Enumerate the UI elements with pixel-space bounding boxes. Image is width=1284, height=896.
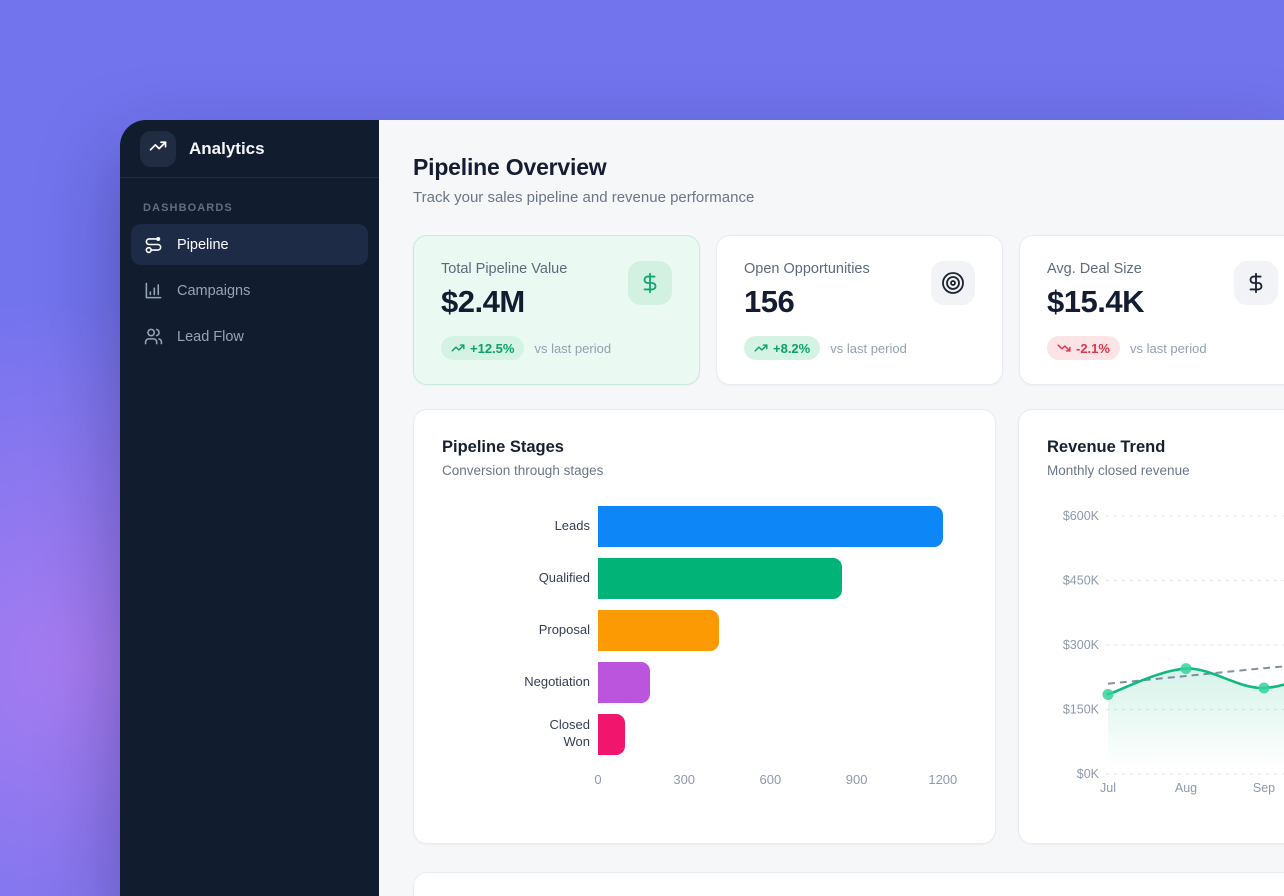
sidebar-item-lead-flow[interactable]: Lead Flow xyxy=(131,316,368,357)
bar-row: Qualified xyxy=(442,552,967,604)
x-axis-tick: 1200 xyxy=(928,772,957,787)
sidebar-item-label: Lead Flow xyxy=(177,329,244,345)
app-name: Analytics xyxy=(189,139,265,159)
pipeline-stages-axis: 03006009001200 xyxy=(598,766,967,792)
x-axis-tick: 900 xyxy=(846,772,868,787)
stat-card[interactable]: Avg. Deal Size $15.4K -2.1% vs last peri… xyxy=(1019,235,1284,385)
pipeline-stages-card: Pipeline Stages Conversion through stage… xyxy=(413,409,996,844)
bar[interactable] xyxy=(598,610,719,651)
x-axis-tick: Aug xyxy=(1175,781,1197,795)
x-axis-tick: Jul xyxy=(1100,781,1116,795)
main-content: Pipeline Overview Track your sales pipel… xyxy=(379,120,1284,896)
sidebar: Analytics DASHBOARDS Pipeline Campaigns … xyxy=(120,120,379,896)
chart-subtitle: Conversion through stages xyxy=(442,463,967,478)
stat-compare-text: vs last period xyxy=(534,341,611,356)
sidebar-item-label: Campaigns xyxy=(177,283,250,299)
stat-card[interactable]: Total Pipeline Value $2.4M +12.5% vs las… xyxy=(413,235,700,385)
bar-category-label: Qualified xyxy=(442,570,590,587)
stats-row: Total Pipeline Value $2.4M +12.5% vs las… xyxy=(413,235,1284,385)
x-axis-tick: 0 xyxy=(594,772,601,787)
bar[interactable] xyxy=(598,662,650,703)
dollar-icon xyxy=(1234,261,1278,305)
bar-category-label: Leads xyxy=(442,518,590,535)
trending-up-icon xyxy=(451,341,465,355)
y-axis-tick: $600K xyxy=(1063,509,1100,523)
data-point[interactable] xyxy=(1181,663,1192,674)
charts-row: Pipeline Stages Conversion through stage… xyxy=(413,409,1284,844)
route-icon xyxy=(144,235,163,254)
y-axis-tick: $150K xyxy=(1063,703,1100,717)
bar-category-label: Negotiation xyxy=(442,674,590,691)
sidebar-item-campaigns[interactable]: Campaigns xyxy=(131,270,368,311)
data-point[interactable] xyxy=(1103,689,1114,700)
stat-compare-text: vs last period xyxy=(1130,341,1207,356)
bar-row: Negotiation xyxy=(442,656,967,708)
x-axis-tick: 300 xyxy=(673,772,695,787)
bottom-card xyxy=(413,872,1284,896)
chart-subtitle: Monthly closed revenue xyxy=(1047,463,1284,478)
page-title: Pipeline Overview xyxy=(413,154,1284,181)
pipeline-stages-chart: Leads Qualified Proposal Negotiation Closed … xyxy=(442,500,967,792)
dollar-icon xyxy=(628,261,672,305)
stat-change: +8.2% xyxy=(773,341,810,356)
bar-category-label: Closed Won xyxy=(442,717,590,751)
revenue-trend-chart: $0K$150K$300K$450K$600KJulAugSepOct xyxy=(1047,492,1284,809)
revenue-trend-plot: $0K$150K$300K$450K$600KJulAugSepOct xyxy=(1047,492,1284,804)
bar-row: Leads xyxy=(442,500,967,552)
app-window: Analytics DASHBOARDS Pipeline Campaigns … xyxy=(120,120,1284,896)
bar-category-label: Proposal xyxy=(442,622,590,639)
stat-change: +12.5% xyxy=(470,341,514,356)
app-logo xyxy=(140,131,176,167)
y-axis-tick: $300K xyxy=(1063,638,1100,652)
bar-chart-icon xyxy=(144,281,163,300)
sidebar-item-label: Pipeline xyxy=(177,237,229,253)
stat-change-badge: +12.5% xyxy=(441,336,524,360)
sidebar-section-label: DASHBOARDS xyxy=(120,202,379,214)
stat-card[interactable]: Open Opportunities 156 +8.2% vs last per… xyxy=(716,235,1003,385)
page-subtitle: Track your sales pipeline and revenue pe… xyxy=(413,189,1284,206)
stat-compare-text: vs last period xyxy=(830,341,907,356)
y-axis-tick: $450K xyxy=(1063,574,1100,588)
x-axis-tick: 600 xyxy=(760,772,782,787)
bar-row: Closed Won xyxy=(442,708,967,760)
revenue-area xyxy=(1108,663,1284,774)
users-icon xyxy=(144,327,163,346)
stat-change: -2.1% xyxy=(1076,341,1110,356)
y-axis-tick: $0K xyxy=(1077,767,1100,781)
target-icon xyxy=(931,261,975,305)
sidebar-header: Analytics xyxy=(120,120,379,178)
pipeline-stages-plot: Leads Qualified Proposal Negotiation Closed … xyxy=(442,500,967,760)
x-axis-tick: Sep xyxy=(1253,781,1275,795)
data-point[interactable] xyxy=(1259,683,1270,694)
stat-change-badge: -2.1% xyxy=(1047,336,1120,360)
trending-up-icon xyxy=(149,137,167,160)
revenue-trend-card: Revenue Trend Monthly closed revenue $0K… xyxy=(1018,409,1284,844)
trending-down-icon xyxy=(1057,341,1071,355)
sidebar-item-pipeline[interactable]: Pipeline xyxy=(131,224,368,265)
trending-up-icon xyxy=(754,341,768,355)
bar[interactable] xyxy=(598,714,625,755)
chart-title: Revenue Trend xyxy=(1047,438,1284,457)
bar[interactable] xyxy=(598,558,842,599)
stat-change-badge: +8.2% xyxy=(744,336,820,360)
chart-title: Pipeline Stages xyxy=(442,438,967,457)
bar-row: Proposal xyxy=(442,604,967,656)
bar[interactable] xyxy=(598,506,943,547)
